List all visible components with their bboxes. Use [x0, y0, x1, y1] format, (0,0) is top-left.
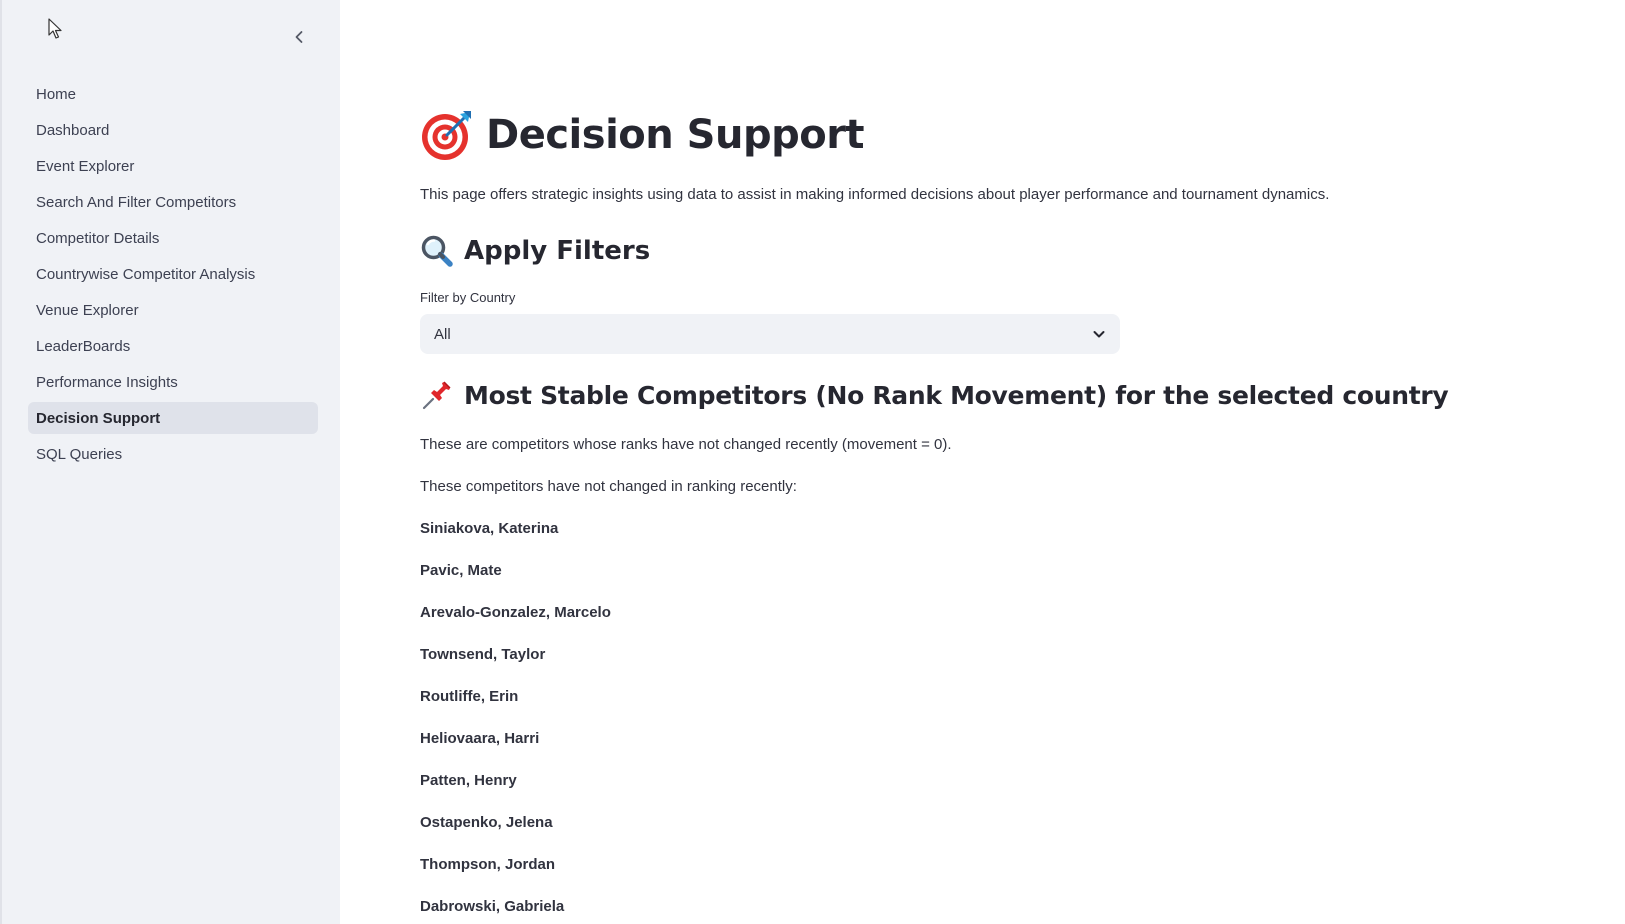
sidebar-item-label: Decision Support	[36, 409, 161, 427]
stable-competitors-heading-text: Most Stable Competitors (No Rank Movemen…	[464, 380, 1449, 410]
sidebar-item-competitor-details[interactable]: Competitor Details	[28, 222, 318, 254]
sidebar-item-label: Dashboard	[36, 121, 110, 139]
sidebar-item-performance-insights[interactable]: Performance Insights	[28, 366, 318, 398]
pushpin-icon	[422, 381, 451, 410]
sidebar-item-venue-explorer[interactable]: Venue Explorer	[28, 294, 318, 326]
sidebar-item-label: SQL Queries	[36, 445, 123, 463]
sidebar-item-dashboard[interactable]: Dashboard	[28, 114, 318, 146]
sidebar-item-label: Event Explorer	[36, 157, 135, 175]
list-item: Townsend, Taylor	[420, 646, 546, 663]
target-icon	[422, 111, 471, 160]
stable-competitors-heading: Most Stable Competitors (No Rank Movemen…	[420, 378, 1449, 412]
list-item: Thompson, Jordan	[420, 856, 555, 873]
collapse-sidebar-button[interactable]	[288, 26, 310, 48]
chevron-down-icon	[1093, 331, 1105, 338]
sidebar: Home Dashboard Event Explorer Search And…	[0, 0, 340, 924]
country-filter-select[interactable]: All	[420, 314, 1120, 354]
sidebar-item-label: LeaderBoards	[36, 337, 131, 355]
list-item: Ostapenko, Jelena	[420, 814, 553, 831]
list-item: Heliovaara, Harri	[420, 730, 540, 747]
sidebar-item-sql-queries[interactable]: SQL Queries	[28, 438, 318, 470]
list-item: Pavic, Mate	[420, 562, 502, 579]
filters-heading-text: Apply Filters	[464, 236, 651, 266]
sidebar-nav: Home Dashboard Event Explorer Search And…	[28, 78, 318, 474]
list-item: Siniakova, Katerina	[420, 520, 559, 537]
country-filter-value: All	[434, 325, 451, 343]
app-root: Home Dashboard Event Explorer Search And…	[0, 0, 1625, 924]
intro-text: This page offers strategic insights usin…	[420, 186, 1330, 203]
sidebar-item-label: Home	[36, 85, 77, 103]
sidebar-item-label: Countrywise Competitor Analysis	[36, 265, 256, 283]
sidebar-item-label: Competitor Details	[36, 229, 160, 247]
sidebar-item-home[interactable]: Home	[28, 78, 318, 110]
sidebar-item-label: Search And Filter Competitors	[36, 193, 237, 211]
sidebar-item-decision-support[interactable]: Decision Support	[28, 402, 318, 434]
country-filter-label: Filter by Country	[420, 290, 516, 305]
stable-subheading: These competitors have not changed in ra…	[420, 478, 797, 495]
list-item: Arevalo-Gonzalez, Marcelo	[420, 604, 611, 621]
chevron-left-icon	[295, 31, 303, 43]
magnifier-icon	[421, 235, 453, 267]
mouse-cursor-icon	[48, 18, 62, 39]
filters-heading: Apply Filters	[420, 234, 650, 268]
sidebar-item-search-filter-competitors[interactable]: Search And Filter Competitors	[28, 186, 318, 218]
sidebar-item-label: Performance Insights	[36, 373, 178, 391]
list-item: Dabrowski, Gabriela	[420, 898, 565, 915]
page-title: Decision Support	[420, 108, 865, 162]
competitor-list: Siniakova, Katerina Pavic, Mate Arevalo-…	[420, 520, 611, 924]
stable-description: These are competitors whose ranks have n…	[420, 436, 952, 453]
sidebar-item-leaderboards[interactable]: LeaderBoards	[28, 330, 318, 362]
sidebar-item-label: Venue Explorer	[36, 301, 139, 319]
list-item: Patten, Henry	[420, 772, 517, 789]
sidebar-item-event-explorer[interactable]: Event Explorer	[28, 150, 318, 182]
sidebar-item-countrywise-analysis[interactable]: Countrywise Competitor Analysis	[28, 258, 318, 290]
list-item: Routliffe, Erin	[420, 688, 519, 705]
page-title-text: Decision Support	[486, 112, 865, 158]
